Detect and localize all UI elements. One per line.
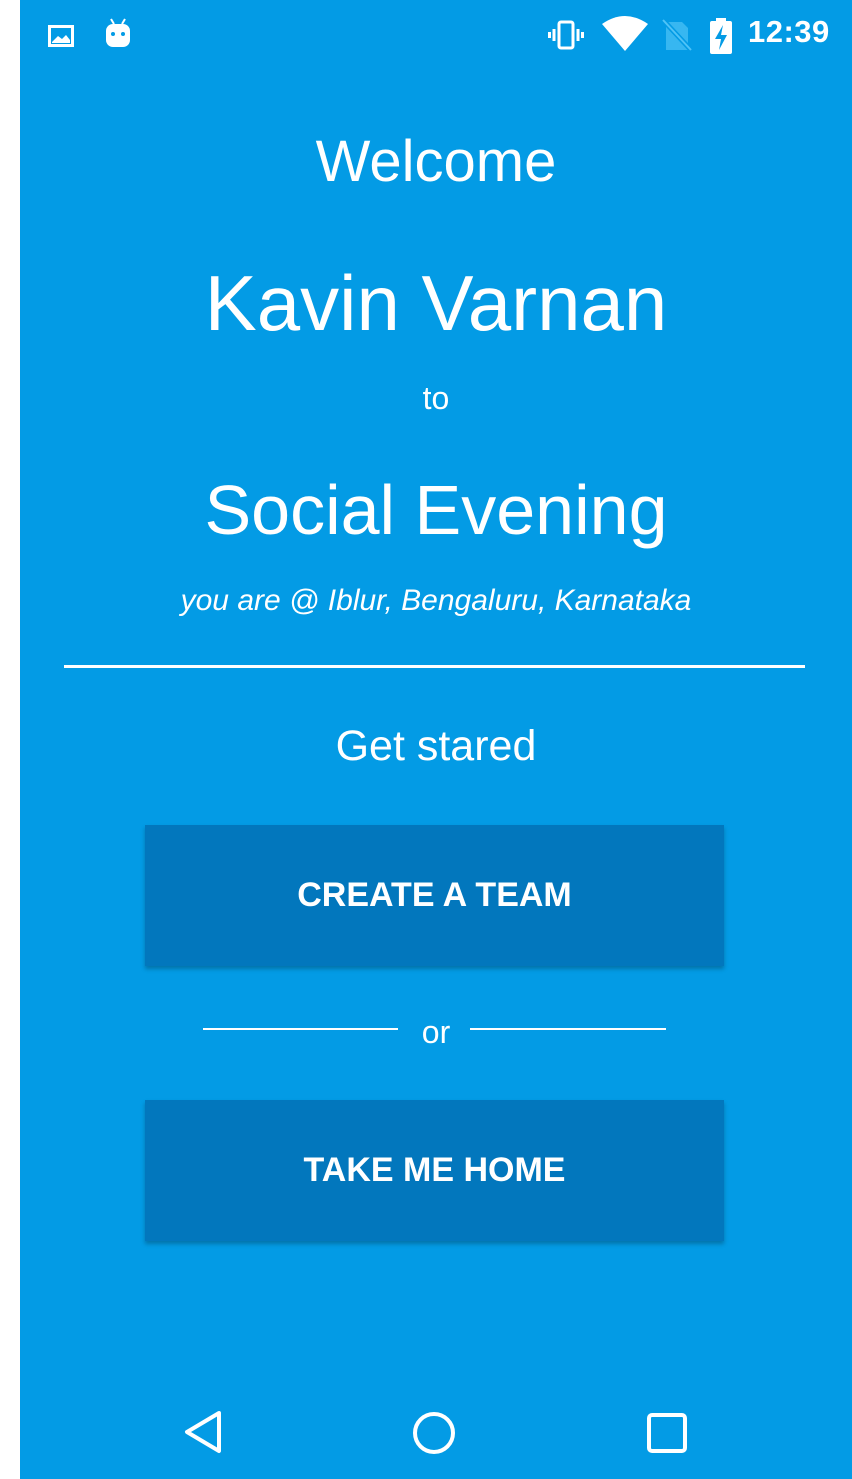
recents-icon[interactable] xyxy=(647,1413,687,1458)
section-divider xyxy=(64,665,805,668)
or-divider-right xyxy=(470,1028,666,1030)
location-text: you are @ Iblur, Bengaluru, Karnataka xyxy=(180,584,692,617)
connector-text: to xyxy=(422,380,450,416)
android-icon xyxy=(104,18,132,53)
battery-charging-icon xyxy=(710,18,732,59)
wifi-icon xyxy=(602,16,648,57)
back-icon[interactable] xyxy=(183,1410,223,1459)
home-icon[interactable] xyxy=(412,1411,456,1460)
or-separator: or xyxy=(421,1014,451,1050)
status-bar: 12:39 xyxy=(20,0,852,72)
welcome-heading: Welcome xyxy=(315,129,557,194)
event-name: Social Evening xyxy=(204,471,668,549)
status-time: 12:39 xyxy=(748,14,830,49)
no-sim-icon xyxy=(661,18,693,57)
take-me-home-button[interactable]: TAKE ME HOME xyxy=(145,1100,724,1241)
user-name: Kavin Varnan xyxy=(204,259,668,347)
welcome-screen: 12:39 Welcome Kavin Varnan to Social Eve… xyxy=(20,0,852,1479)
image-icon xyxy=(48,25,74,52)
get-started-heading: Get stared xyxy=(335,722,537,770)
create-team-button[interactable]: CREATE A TEAM xyxy=(145,825,724,966)
vibrate-icon xyxy=(548,20,584,55)
